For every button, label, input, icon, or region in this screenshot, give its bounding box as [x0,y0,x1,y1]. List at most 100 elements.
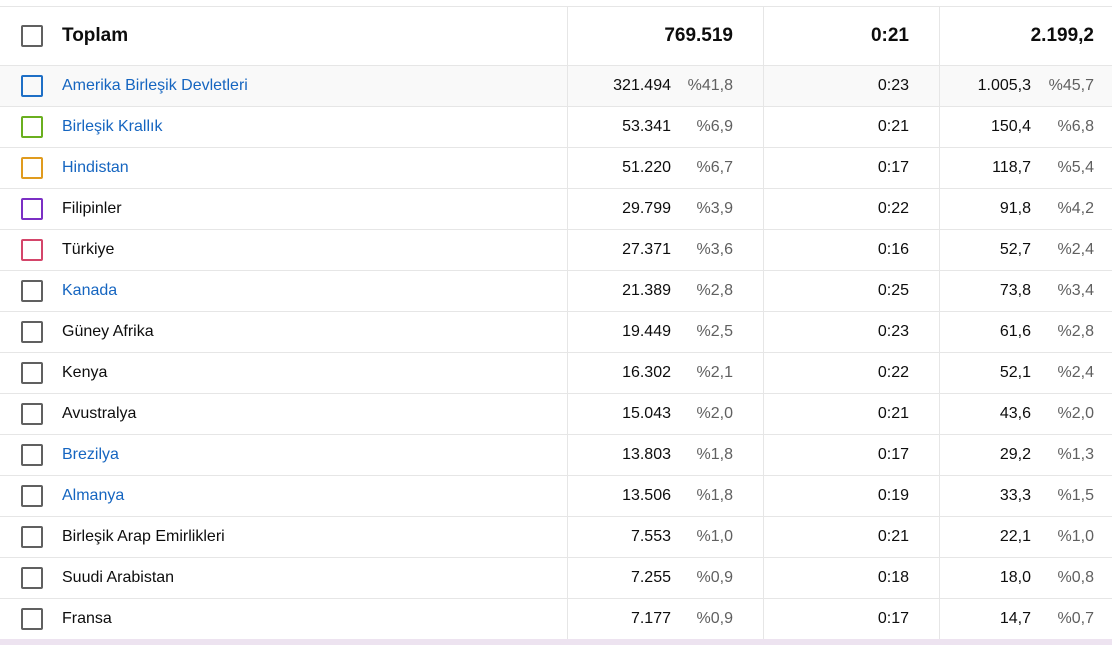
row-checkbox[interactable] [21,198,43,220]
row-checkbox[interactable] [21,362,43,384]
country-link[interactable]: Kanada [62,271,117,311]
views-value: 53.341 [622,118,671,135]
watch-time-value: 52,1 [999,364,1031,381]
row-checkbox[interactable] [21,116,43,138]
country-name: Türkiye [62,241,115,258]
avg-duration-value: 0:22 [877,364,909,381]
watch-time-percent: %6,8 [1057,118,1094,135]
table-row[interactable]: Hindistan 51.220 %6,7 0:17 118,7 %5,4 [0,148,1112,189]
views-value: 51.220 [622,159,671,176]
views-percent: %2,0 [696,405,733,422]
views-value: 29.799 [622,200,671,217]
row-checkbox[interactable] [21,157,43,179]
total-avg-duration: 0:21 [870,25,909,46]
total-views: 769.519 [664,25,733,46]
country-name: Birleşik Arap Emirlikleri [62,528,225,545]
table-row[interactable]: Brezilya 13.803 %1,8 0:17 29,2 %1,3 [0,435,1112,476]
country-link[interactable]: Hindistan [62,148,129,188]
watch-time-value: 18,0 [999,569,1031,586]
watch-time-percent: %1,0 [1057,528,1094,545]
watch-time-percent: %2,4 [1057,241,1094,258]
avg-duration-value: 0:17 [877,610,909,627]
column-divider [763,476,764,517]
table-row[interactable]: Birleşik Arap Emirlikleri 7.553 %1,0 0:21 22… [0,517,1112,558]
avg-duration-value: 0:19 [877,487,909,504]
select-all-checkbox[interactable] [21,25,43,47]
views-value: 16.302 [622,364,671,381]
country-link[interactable]: Amerika Birleşik Devletleri [62,66,248,106]
table-row[interactable]: Avustralya 15.043 %2,0 0:21 43,6 %2,0 [0,394,1112,435]
watch-time-percent: %3,4 [1057,282,1094,299]
totals-label: Toplam [62,25,129,46]
bottom-border [0,639,1112,645]
views-value: 19.449 [622,323,671,340]
row-checkbox[interactable] [21,321,43,343]
avg-duration-value: 0:21 [877,405,909,422]
watch-time-value: 73,8 [999,282,1031,299]
row-checkbox[interactable] [21,75,43,97]
row-checkbox[interactable] [21,485,43,507]
country-link[interactable]: Brezilya [62,435,119,475]
total-watch-time: 2.199,2 [1030,25,1094,46]
views-percent: %6,7 [696,159,733,176]
column-divider [763,271,764,312]
views-value: 27.371 [622,241,671,258]
row-checkbox[interactable] [21,239,43,261]
views-percent: %3,9 [696,200,733,217]
row-checkbox[interactable] [21,403,43,425]
views-percent: %0,9 [696,569,733,586]
avg-duration-value: 0:23 [877,323,909,340]
table-row[interactable]: Güney Afrika 19.449 %2,5 0:23 61,6 %2,8 [0,312,1112,353]
views-value: 7.553 [630,528,671,545]
watch-time-value: 52,7 [999,241,1031,258]
watch-time-value: 91,8 [999,200,1031,217]
watch-time-percent: %1,5 [1057,487,1094,504]
table-row[interactable]: Kenya 16.302 %2,1 0:22 52,1 %2,4 [0,353,1112,394]
country-name: Avustralya [62,405,137,422]
row-checkbox[interactable] [21,608,43,630]
column-divider [763,230,764,271]
country-name: Fransa [62,610,112,627]
views-percent: %2,5 [696,323,733,340]
country-name: Suudi Arabistan [62,569,175,586]
watch-time-percent: %4,2 [1057,200,1094,217]
watch-time-percent: %0,7 [1057,610,1094,627]
views-percent: %3,6 [696,241,733,258]
watch-time-value: 33,3 [999,487,1031,504]
row-checkbox[interactable] [21,567,43,589]
country-link[interactable]: Almanya [62,476,124,516]
table-row[interactable]: Kanada 21.389 %2,8 0:25 73,8 %3,4 [0,271,1112,312]
avg-duration-value: 0:17 [877,446,909,463]
avg-duration-value: 0:23 [877,77,909,94]
avg-duration-value: 0:18 [877,569,909,586]
watch-time-value: 22,1 [999,528,1031,545]
table-row[interactable]: Fransa 7.177 %0,9 0:17 14,7 %0,7 [0,599,1112,640]
views-value: 13.803 [622,446,671,463]
watch-time-value: 14,7 [999,610,1031,627]
row-checkbox[interactable] [21,526,43,548]
country-link[interactable]: Birleşik Krallık [62,107,162,147]
row-checkbox[interactable] [21,280,43,302]
views-value: 321.494 [613,77,671,94]
table-row[interactable]: Filipinler 29.799 %3,9 0:22 91,8 %4,2 [0,189,1112,230]
table-row[interactable]: Türkiye 27.371 %3,6 0:16 52,7 %2,4 [0,230,1112,271]
country-name: Filipinler [62,200,122,217]
country-stats-table: Toplam 769.519 0:21 2.199,2 Amerika Birl… [0,7,1112,640]
watch-time-value: 43,6 [999,405,1031,422]
watch-time-value: 150,4 [990,118,1031,135]
table-row[interactable]: Amerika Birleşik Devletleri 321.494 %41,8 0… [0,66,1112,107]
avg-duration-value: 0:17 [877,159,909,176]
watch-time-percent: %0,8 [1057,569,1094,586]
row-checkbox[interactable] [21,444,43,466]
avg-duration-value: 0:22 [877,200,909,217]
views-percent: %1,8 [696,446,733,463]
table-row[interactable]: Birleşik Krallık 53.341 %6,9 0:21 150,4 %6,8 [0,107,1112,148]
table-row[interactable]: Almanya 13.506 %1,8 0:19 33,3 %1,5 [0,476,1112,517]
column-divider [763,558,764,599]
column-divider [567,7,568,66]
watch-time-value: 118,7 [992,159,1031,176]
table-row[interactable]: Suudi Arabistan 7.255 %0,9 0:18 18,0 %0,8 [0,558,1112,599]
watch-time-value: 1.005,3 [977,77,1031,94]
avg-duration-value: 0:16 [877,241,909,258]
views-percent: %1,0 [696,528,733,545]
